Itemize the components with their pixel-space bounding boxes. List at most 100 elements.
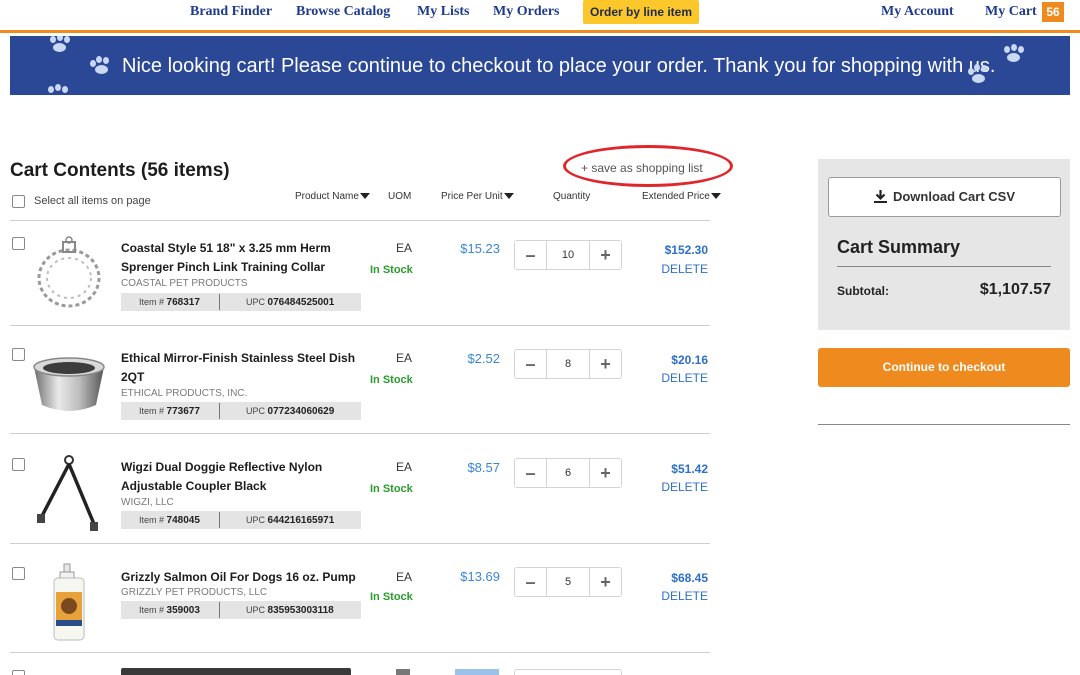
cart-contents-title: Cart Contents (56 items) (10, 160, 230, 181)
item-identifiers: Item # 768317 UPC 076484525001 (121, 293, 361, 311)
pinch-collar-image (37, 236, 101, 308)
extended-price: $152.30 (664, 243, 708, 257)
product-name[interactable]: Wigzi Dual Doggie Reflective Nylon Adjus… (121, 458, 371, 496)
product-brand: COASTAL PET PRODUCTS (121, 278, 248, 289)
column-header-label: Product Name (295, 191, 359, 202)
row-checkbox[interactable] (12, 670, 25, 675)
nav-my-lists[interactable]: My Lists (417, 4, 470, 20)
extended-price: $20.16 (671, 353, 708, 367)
product-name[interactable]: Grizzly Salmon Oil For Dogs 16 oz. Pump (121, 568, 371, 587)
upc-label: UPC (246, 605, 266, 615)
product-name[interactable]: Coastal Style 51 18" x 3.25 mm Herm Spre… (121, 239, 371, 277)
quantity-stepper: – 10 + (514, 240, 622, 270)
upc-code: UPC 076484525001 (246, 293, 334, 312)
product-brand: GRIZZLY PET PRODUCTS, LLC (121, 587, 268, 598)
sort-caret-icon (710, 193, 721, 200)
increase-quantity-button[interactable]: + (589, 459, 621, 487)
subtotal-label: Subtotal: (837, 284, 889, 298)
stock-status: In Stock (370, 264, 413, 276)
column-header-label: Price Per Unit (441, 191, 503, 202)
item-identifiers: Item # 359003 UPC 835953003118 (121, 601, 361, 619)
row-checkbox[interactable] (12, 458, 25, 471)
increase-quantity-button[interactable]: + (589, 241, 621, 269)
subtotal-value: $1,107.57 (979, 281, 1051, 298)
row-checkbox[interactable] (12, 348, 25, 361)
increase-quantity-button[interactable]: + (589, 350, 621, 378)
select-all-label: Select all items on page (34, 195, 151, 207)
row-divider (10, 433, 710, 434)
delete-item-link[interactable]: DELETE (620, 589, 708, 603)
delete-item-link[interactable]: DELETE (620, 262, 708, 276)
quantity-stepper: – 8 + (514, 349, 622, 379)
nav-my-orders[interactable]: My Orders (493, 4, 559, 20)
item-identifiers: Item # 748045 UPC 644216165971 (121, 511, 361, 529)
nav-my-account[interactable]: My Account (881, 4, 954, 20)
upc-label: UPC (246, 515, 266, 525)
row-checkbox[interactable] (12, 237, 25, 250)
decrease-quantity-button[interactable]: – (515, 350, 547, 378)
salmon-oil-bottle-image (53, 563, 85, 641)
row-divider (10, 652, 710, 653)
continue-to-checkout-button[interactable]: Continue to checkout (818, 348, 1070, 387)
price-per-unit: $8.57 (467, 460, 500, 475)
nav-brand-finder[interactable]: Brand Finder (190, 4, 272, 20)
steel-dish-image (33, 357, 105, 411)
product-brand: ETHICAL PRODUCTS, INC. (121, 388, 248, 399)
delete-item-link[interactable]: DELETE (620, 371, 708, 385)
delete-item-link[interactable]: DELETE (620, 480, 708, 494)
price-per-unit: $2.52 (467, 351, 500, 366)
extended-price: $51.42 (671, 462, 708, 476)
dog-coupler-image (37, 455, 98, 531)
upc-value: 644216165971 (267, 515, 335, 526)
item-number: Item # 359003 (139, 601, 200, 620)
cart-count-badge[interactable]: 56 (1042, 2, 1064, 22)
column-header-product-name[interactable]: Product Name (295, 191, 370, 202)
item-number-label: Item # (139, 406, 165, 416)
banner-message: Nice looking cart! Please continue to ch… (122, 55, 996, 77)
sort-caret-icon (359, 193, 370, 200)
row-checkbox[interactable] (12, 567, 25, 580)
decrease-quantity-button[interactable]: – (515, 459, 547, 487)
nav-browse-catalog[interactable]: Browse Catalog (296, 4, 390, 20)
save-as-shopping-list-link[interactable]: + save as shopping list (581, 161, 703, 175)
decrease-quantity-button[interactable]: – (515, 241, 547, 269)
unit-of-measure: EA (396, 570, 413, 584)
item-number-value: 359003 (166, 605, 200, 616)
download-icon (873, 190, 887, 203)
right-panel-divider (818, 424, 1070, 425)
increase-quantity-button[interactable]: + (589, 568, 621, 596)
upc-value: 077234060629 (267, 406, 335, 417)
quantity-input[interactable]: 5 (548, 568, 588, 596)
stock-status: In Stock (370, 483, 413, 495)
column-header-price-per-unit[interactable]: Price Per Unit (441, 191, 514, 202)
promo-banner: Nice looking cart! Please continue to ch… (10, 36, 1070, 95)
product-name[interactable]: Ethical Mirror-Finish Stainless Steel Di… (121, 349, 371, 387)
item-identifiers: Item # 773677 UPC 077234060629 (121, 402, 361, 420)
column-header-label: Extended Price (642, 191, 710, 202)
cart-summary-title: Cart Summary (837, 237, 961, 257)
upc-code: UPC 644216165971 (246, 511, 334, 530)
header-divider (10, 220, 710, 221)
select-all-checkbox[interactable] (12, 195, 25, 208)
unit-of-measure: EA (396, 351, 413, 365)
quantity-input[interactable]: 10 (548, 241, 588, 269)
item-number-label: Item # (139, 515, 165, 525)
quantity-input[interactable]: 6 (548, 459, 588, 487)
download-cart-csv-label: Download Cart CSV (892, 189, 1016, 204)
order-by-line-item-button[interactable]: Order by line item (583, 0, 699, 24)
column-header-quantity: Quantity (553, 191, 591, 202)
column-header-uom: UOM (388, 191, 412, 202)
quantity-input[interactable]: 8 (548, 350, 588, 378)
decrease-quantity-button[interactable]: – (515, 568, 547, 596)
row-divider (10, 325, 710, 326)
price-per-unit: $13.69 (460, 569, 500, 584)
item-number: Item # 768317 (139, 293, 200, 312)
upc-code: UPC 835953003118 (246, 601, 334, 620)
upc-label: UPC (246, 406, 266, 416)
nav-my-cart[interactable]: My Cart (985, 4, 1037, 20)
item-number: Item # 773677 (139, 402, 200, 421)
next-row-partial (0, 666, 720, 675)
download-cart-csv-button[interactable]: Download Cart CSV (828, 177, 1061, 217)
top-nav: Brand Finder Browse Catalog My Lists My … (0, 0, 1080, 33)
column-header-extended-price[interactable]: Extended Price (642, 191, 721, 202)
